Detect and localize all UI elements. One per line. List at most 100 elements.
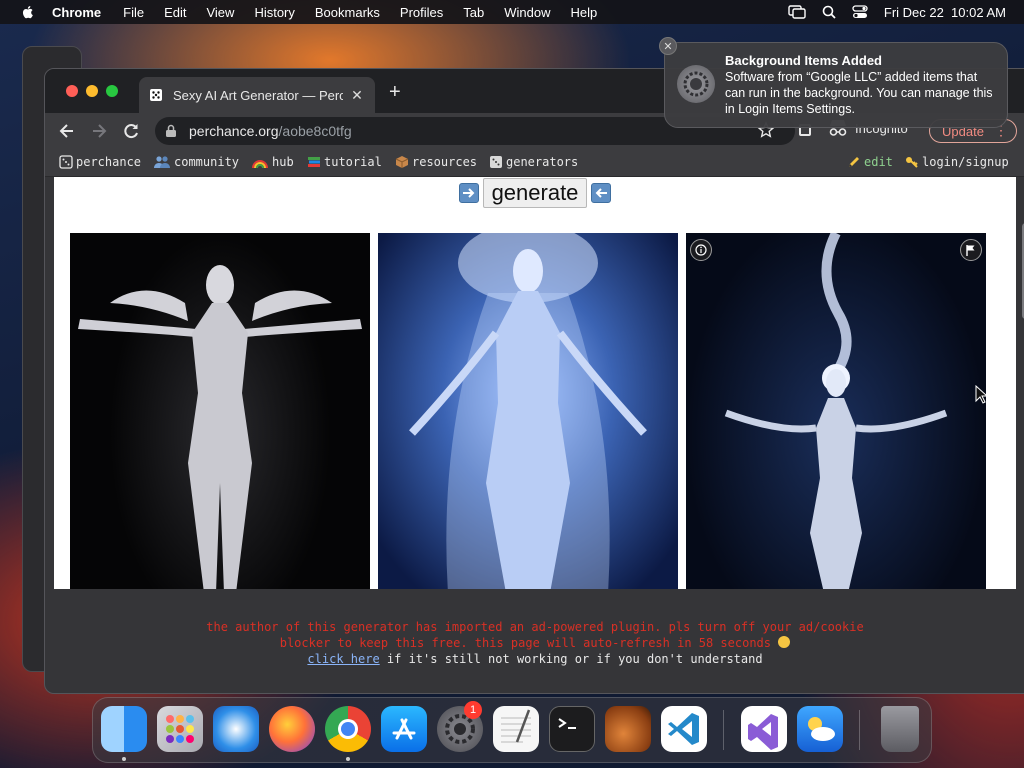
reload-icon[interactable] bbox=[121, 121, 141, 141]
nav-login[interactable]: login/signup bbox=[905, 155, 1009, 169]
nav-perchance[interactable]: perchance bbox=[59, 155, 141, 169]
flag-icon[interactable] bbox=[960, 239, 982, 261]
running-indicator bbox=[122, 757, 126, 761]
package-icon bbox=[395, 156, 409, 168]
background-items-notification[interactable]: ✕ Background Items Added Software from “… bbox=[659, 37, 1008, 128]
menu-view[interactable]: View bbox=[206, 5, 234, 20]
dock: 1 bbox=[92, 697, 932, 763]
trash-icon[interactable] bbox=[881, 706, 919, 752]
smile-emoji-icon bbox=[778, 636, 791, 648]
nav-edit-label: edit bbox=[864, 155, 893, 169]
screen-mirroring-icon[interactable] bbox=[788, 5, 806, 19]
menu-app-name[interactable]: Chrome bbox=[52, 5, 101, 20]
new-tab-button[interactable]: + bbox=[389, 82, 401, 102]
launchpad-icon[interactable] bbox=[157, 706, 203, 752]
nav-tutorial[interactable]: tutorial bbox=[307, 155, 382, 169]
close-tab-icon[interactable]: ✕ bbox=[349, 87, 365, 104]
nav-community-label: community bbox=[174, 155, 240, 169]
vscode-icon[interactable] bbox=[661, 706, 707, 752]
generated-image[interactable] bbox=[378, 233, 678, 589]
app-store-icon[interactable] bbox=[381, 706, 427, 752]
menu-history[interactable]: History bbox=[254, 5, 294, 20]
menu-window[interactable]: Window bbox=[504, 5, 550, 20]
tab-active[interactable]: Sexy AI Art Generator — Perchance AI ✕ bbox=[139, 77, 375, 113]
generate-row: generate bbox=[54, 177, 1016, 209]
dice-icon bbox=[59, 155, 73, 169]
visual-studio-icon[interactable] bbox=[741, 706, 787, 752]
nav-tutorial-label: tutorial bbox=[324, 155, 382, 169]
nav-hub[interactable]: hub bbox=[251, 155, 294, 169]
url-path: /aobe8c0tfg bbox=[278, 123, 352, 139]
nav-resources[interactable]: resources bbox=[395, 155, 477, 169]
safari-icon[interactable] bbox=[213, 706, 259, 752]
nav-login-label: login/signup bbox=[922, 155, 1009, 169]
lock-icon[interactable] bbox=[165, 124, 177, 138]
textedit-icon[interactable] bbox=[493, 706, 539, 752]
garageband-icon[interactable] bbox=[605, 706, 651, 752]
rainbow-icon bbox=[252, 160, 268, 169]
search-icon[interactable] bbox=[822, 5, 836, 19]
finder-icon[interactable] bbox=[101, 706, 147, 752]
site-nav-bar: perchance community hub tutorial resourc… bbox=[45, 149, 1024, 177]
minimize-window-button[interactable] bbox=[86, 85, 98, 97]
system-settings-gear-icon bbox=[677, 65, 715, 103]
weather-icon[interactable] bbox=[797, 706, 843, 752]
browser-window: Sexy AI Art Generator — Perchance AI ✕ +… bbox=[44, 68, 1024, 694]
menu-bookmarks[interactable]: Bookmarks bbox=[315, 5, 380, 20]
figure-silhouette bbox=[78, 265, 362, 589]
info-icon[interactable] bbox=[690, 239, 712, 261]
ad-notice-line-1: the author of this generator has importe… bbox=[206, 620, 864, 634]
terminal-icon[interactable] bbox=[549, 706, 595, 752]
ad-notice-tail: if it's still not working or if you don'… bbox=[379, 652, 763, 666]
figure-silhouette bbox=[409, 233, 647, 589]
firefox-icon[interactable] bbox=[269, 706, 315, 752]
dice-favicon-icon bbox=[150, 89, 162, 101]
generated-image[interactable] bbox=[686, 233, 986, 589]
back-icon[interactable] bbox=[57, 121, 77, 141]
generate-button[interactable]: generate bbox=[482, 178, 588, 208]
nav-generators-label: generators bbox=[506, 155, 579, 169]
running-indicator bbox=[346, 757, 350, 761]
control-center-icon[interactable] bbox=[852, 5, 868, 19]
menubar-clock[interactable]: Fri Dec 22 10:02 AM bbox=[884, 5, 1006, 20]
notification-body: Software from “Google LLC” added items t… bbox=[725, 70, 993, 116]
people-icon bbox=[154, 156, 170, 168]
nav-edit[interactable]: edit bbox=[847, 155, 893, 169]
notification-badge: 1 bbox=[464, 701, 482, 719]
dice-icon bbox=[490, 156, 502, 168]
menu-help[interactable]: Help bbox=[571, 5, 598, 20]
nav-resources-label: resources bbox=[412, 155, 478, 169]
forward-icon[interactable] bbox=[89, 121, 109, 141]
generated-image[interactable] bbox=[70, 233, 370, 589]
zoom-window-button[interactable] bbox=[106, 85, 118, 97]
click-here-link[interactable]: click here bbox=[307, 652, 379, 666]
notification-title: Background Items Added bbox=[725, 53, 882, 68]
menu-file[interactable]: File bbox=[123, 5, 144, 20]
figure-silhouette bbox=[724, 233, 948, 589]
right-arrow-icon bbox=[458, 183, 479, 203]
dock-separator bbox=[723, 710, 724, 750]
page-viewport: generate bbox=[54, 177, 1016, 589]
pencil-icon bbox=[849, 157, 859, 167]
nav-community[interactable]: community bbox=[153, 155, 239, 169]
key-icon bbox=[906, 157, 918, 168]
close-window-button[interactable] bbox=[66, 85, 78, 97]
nav-generators[interactable]: generators bbox=[489, 155, 578, 169]
page-scrollbar[interactable] bbox=[1016, 177, 1024, 589]
menu-tab[interactable]: Tab bbox=[463, 5, 484, 20]
dock-separator bbox=[859, 710, 860, 750]
left-arrow-icon bbox=[591, 183, 612, 203]
tab-title: Sexy AI Art Generator — Perchance AI bbox=[173, 87, 343, 103]
chrome-icon[interactable] bbox=[325, 706, 371, 752]
status-area: Fri Dec 22 10:02 AM bbox=[788, 0, 1006, 24]
books-icon bbox=[308, 157, 320, 167]
ad-notice-line-2-row: blocker to keep this free. this page wil… bbox=[54, 635, 1016, 651]
menu-profiles[interactable]: Profiles bbox=[400, 5, 443, 20]
ad-notice-line-2: blocker to keep this free. this page wil… bbox=[279, 636, 772, 650]
url-host: perchance.org bbox=[189, 123, 279, 139]
apple-logo-icon[interactable] bbox=[20, 4, 36, 20]
menu-bar: Chrome File Edit View History Bookmarks … bbox=[0, 0, 1024, 24]
menu-edit[interactable]: Edit bbox=[164, 5, 186, 20]
ad-notice-line-3: click here if it's still not working or … bbox=[54, 651, 1016, 667]
notification-close-icon[interactable]: ✕ bbox=[659, 37, 677, 55]
